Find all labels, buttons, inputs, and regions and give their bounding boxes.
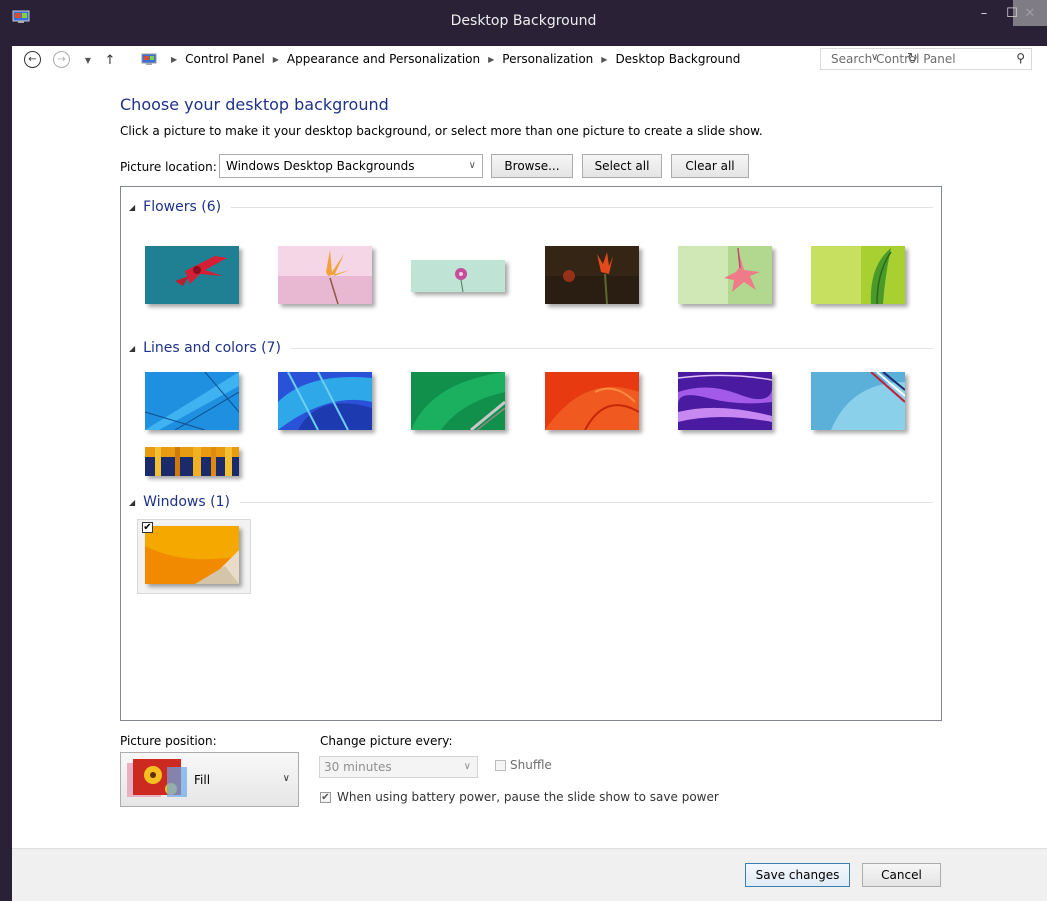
collapse-triangle-icon[interactable]: ◢ — [129, 344, 135, 353]
chevron-down-icon: ∨ — [463, 761, 471, 772]
change-interval-value: 30 minutes — [324, 760, 392, 774]
group-title: Windows (1) — [143, 494, 230, 510]
group-divider — [290, 347, 933, 349]
group-header-lines-and-colors[interactable]: ◢ Lines and colors (7) — [129, 340, 933, 356]
chevron-down-icon: ∨ — [282, 773, 290, 784]
wallpaper-thumbnail[interactable] — [811, 246, 905, 304]
search-icon[interactable]: ⚲ — [1016, 51, 1025, 65]
minimize-icon[interactable]: – — [970, 0, 998, 26]
forward-arrow-icon[interactable]: → — [53, 51, 70, 68]
group-divider — [239, 501, 933, 503]
breadcrumb-appearance[interactable]: Appearance and Personalization — [287, 52, 480, 66]
breadcrumb-desktop-background[interactable]: Desktop Background — [615, 52, 740, 66]
navigation-bar: ← → ▼ ↑ ▶ Control Panel ▶ Appearance and… — [12, 46, 1047, 74]
change-interval-select[interactable]: 30 minutes ∨ — [319, 756, 478, 778]
chevron-down-icon: ∨ — [468, 160, 476, 171]
back-arrow-icon[interactable]: ← — [24, 51, 41, 68]
collapse-triangle-icon[interactable]: ◢ — [129, 498, 135, 507]
wallpaper-thumbnail[interactable] — [678, 372, 772, 430]
picture-location-label: Picture location: — [120, 160, 217, 174]
close-icon[interactable]: ✕ — [1013, 0, 1047, 26]
window: Desktop Background – ☐ ✕ ← → ▼ ↑ ▶ Contr… — [0, 0, 1047, 901]
chevron-right-icon: ▶ — [171, 54, 178, 64]
picture-position-preview — [127, 759, 187, 797]
instructions-text: Click a picture to make it your desktop … — [120, 124, 763, 138]
breadcrumb[interactable]: ▶ Control Panel ▶ Appearance and Persona… — [131, 47, 918, 71]
wallpaper-thumbnail[interactable] — [678, 246, 772, 304]
wallpaper-thumbnail[interactable] — [411, 372, 505, 430]
search-placeholder: Search Control Panel — [831, 52, 956, 66]
wallpaper-thumbnail[interactable] — [278, 246, 372, 304]
breadcrumb-control-panel[interactable]: Control Panel — [185, 52, 265, 66]
up-arrow-icon[interactable]: ↑ — [100, 50, 120, 70]
picture-location-value: Windows Desktop Backgrounds — [226, 159, 415, 173]
wallpaper-select-checkbox[interactable]: ✔ — [142, 522, 153, 533]
save-changes-button[interactable]: Save changes — [745, 863, 850, 887]
wallpaper-thumbnail[interactable] — [145, 526, 239, 584]
chevron-right-icon[interactable]: ▶ — [273, 55, 279, 64]
shuffle-checkbox[interactable] — [495, 760, 506, 771]
picture-position-value: Fill — [194, 773, 211, 787]
wallpaper-gallery[interactable]: ◢ Flowers (6) ◢ Lines and colors (7) ◢ W… — [120, 186, 942, 721]
shuffle-label: Shuffle — [510, 758, 552, 772]
clear-all-button[interactable]: Clear all — [671, 154, 749, 178]
wallpaper-thumbnail[interactable] — [545, 246, 639, 304]
checkmark-icon: ✔ — [143, 521, 152, 533]
group-divider — [231, 206, 933, 208]
browse-button[interactable]: Browse... — [491, 154, 573, 178]
group-title: Lines and colors (7) — [143, 340, 281, 356]
search-input[interactable]: Search Control Panel ⚲ — [820, 48, 1032, 70]
picture-location-select[interactable]: Windows Desktop Backgrounds ∨ — [219, 154, 483, 178]
wallpaper-thumbnail[interactable] — [278, 372, 372, 430]
checkmark-icon: ✔ — [321, 791, 330, 803]
change-picture-label: Change picture every: — [320, 734, 453, 748]
collapse-triangle-icon[interactable]: ◢ — [129, 203, 135, 212]
wallpaper-thumbnail[interactable] — [411, 260, 505, 292]
chevron-right-icon[interactable]: ▶ — [488, 55, 494, 64]
title-bar: Desktop Background – ☐ ✕ — [0, 0, 1047, 46]
picture-position-label: Picture position: — [120, 734, 217, 748]
battery-pause-label: When using battery power, pause the slid… — [337, 790, 719, 804]
wallpaper-thumbnail[interactable] — [145, 246, 239, 304]
wallpaper-thumbnail[interactable] — [811, 372, 905, 430]
breadcrumb-personalization[interactable]: Personalization — [502, 52, 593, 66]
select-all-button[interactable]: Select all — [582, 154, 662, 178]
page-title: Choose your desktop background — [120, 95, 389, 114]
wallpaper-thumbnail[interactable] — [145, 372, 239, 430]
control-panel-icon — [141, 53, 157, 65]
wallpaper-thumbnail[interactable] — [145, 447, 239, 476]
group-header-flowers[interactable]: ◢ Flowers (6) — [129, 199, 933, 215]
recent-locations-icon[interactable]: ▼ — [78, 50, 98, 70]
window-title: Desktop Background — [450, 13, 597, 29]
chevron-right-icon[interactable]: ▶ — [601, 55, 607, 64]
group-header-windows[interactable]: ◢ Windows (1) — [129, 494, 933, 510]
cancel-button[interactable]: Cancel — [862, 863, 941, 887]
wallpaper-thumbnail[interactable] — [545, 372, 639, 430]
picture-position-select[interactable]: Fill ∨ — [120, 752, 299, 807]
group-title: Flowers (6) — [143, 199, 222, 215]
battery-pause-checkbox[interactable]: ✔ — [320, 792, 331, 803]
